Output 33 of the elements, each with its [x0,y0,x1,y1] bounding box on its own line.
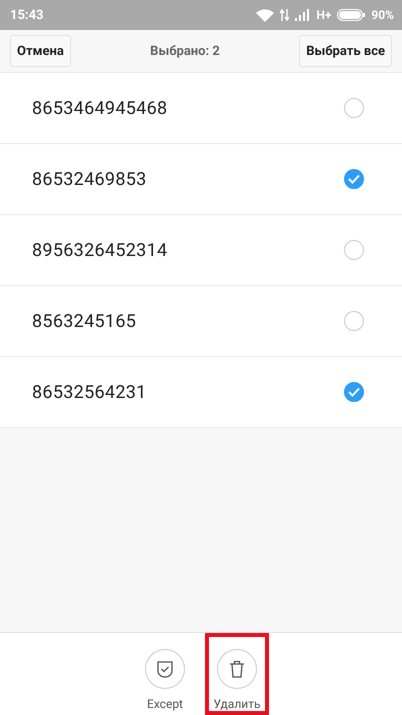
selection-checkbox[interactable] [344,169,364,189]
shield-check-icon [157,660,173,678]
phone-number: 8956326452314 [32,240,168,260]
cancel-button[interactable]: Отмена [10,35,71,67]
selection-checkbox[interactable] [344,98,364,118]
battery-icon [337,9,366,21]
action-label: Удалить [214,697,260,711]
phone-number: 8653464945468 [32,98,168,118]
list-row[interactable]: 8563245165 [0,286,402,357]
wifi-icon [256,8,274,22]
delete-button[interactable] [217,649,257,689]
list-row[interactable]: 8956326452314 [0,215,402,286]
list-row[interactable]: 86532469853 [0,144,402,215]
trash-icon [229,660,245,678]
selection-count: Выбрано: 2 [150,44,220,58]
phone-number: 8563245165 [32,310,136,332]
battery-percent: 90% [371,8,394,22]
list-row[interactable]: 8653464945468 [0,73,402,144]
phone-number: 86532564231 [32,382,147,402]
phone-number: 86532469853 [32,168,147,190]
network-type: H+ [316,8,332,22]
check-icon [348,387,360,397]
except-button[interactable] [145,649,185,689]
data-arrows-icon [280,9,290,21]
status-time: 15:43 [10,8,44,22]
check-icon [348,174,360,184]
signal-icon [295,9,310,21]
selection-checkbox[interactable] [344,382,364,402]
list-row[interactable]: 86532564231 [0,357,402,428]
selection-checkbox[interactable] [344,311,364,331]
select-all-button[interactable]: Выбрать все [299,35,392,67]
selection-checkbox[interactable] [344,240,364,260]
action-label: Except [147,697,183,711]
